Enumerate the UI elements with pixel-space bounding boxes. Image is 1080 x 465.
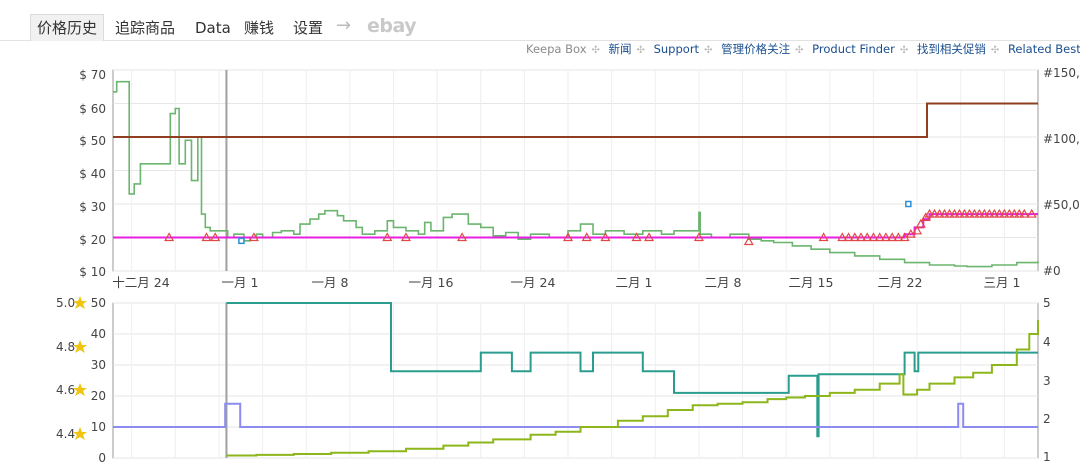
y2-tick-label: 5 bbox=[1043, 296, 1051, 310]
y-tick-label: 10 bbox=[91, 420, 106, 434]
y-tick-label: $ 30 bbox=[79, 200, 106, 214]
star-icon bbox=[73, 427, 87, 440]
rating-tick-label: 5.0 bbox=[56, 296, 75, 310]
y-tick-label: $ 40 bbox=[79, 167, 106, 181]
x-tick-label: 三月 1 bbox=[984, 275, 1021, 290]
y2-tick-label: #150,0 bbox=[1043, 66, 1080, 80]
y-tick-label: 30 bbox=[91, 358, 106, 372]
price-marker-square bbox=[238, 237, 245, 245]
price-chart[interactable]: $ 70 $ 60 $ 50 $ 40 $ 30 $ 20 $ 10 #150,… bbox=[0, 0, 1080, 295]
x-tick-label: 一月 8 bbox=[312, 275, 349, 290]
star-icon bbox=[73, 296, 87, 309]
y2-tick-label: 1 bbox=[1043, 450, 1051, 464]
y2-tick-label: 2 bbox=[1043, 412, 1051, 426]
y-tick-label: 50 bbox=[91, 296, 106, 310]
y2-tick-label: #100,0 bbox=[1043, 132, 1080, 146]
rating-tick-label: 4.8 bbox=[56, 340, 75, 354]
x-tick-label: 二月 1 bbox=[616, 275, 653, 290]
y-tick-label: $ 20 bbox=[79, 233, 106, 247]
rating-rank-chart[interactable]: 50 40 30 20 10 0 5.0 4.8 4.6 4.4 5 4 3 2… bbox=[0, 295, 1080, 465]
y2-tick-label: #0 bbox=[1043, 264, 1061, 278]
x-tick-label: 一月 16 bbox=[409, 275, 454, 290]
y2-tick-label: 3 bbox=[1043, 374, 1051, 388]
x-tick-label: 十二月 24 bbox=[112, 275, 169, 290]
y-tick-label: 20 bbox=[91, 389, 106, 403]
x-tick-label: 二月 8 bbox=[705, 275, 742, 290]
y-tick-label: $ 10 bbox=[79, 265, 106, 279]
x-tick-label: 一月 24 bbox=[511, 275, 556, 290]
rating-tick-label: 4.6 bbox=[56, 383, 75, 397]
rating-tick-label: 4.4 bbox=[56, 427, 75, 441]
y2-tick-label: #50,00 bbox=[1043, 198, 1080, 212]
y-tick-label: 0 bbox=[98, 451, 106, 465]
price-marker-square bbox=[905, 200, 912, 208]
y-tick-label: $ 70 bbox=[79, 68, 106, 82]
y-tick-label: $ 60 bbox=[79, 102, 106, 116]
x-tick-label: 二月 15 bbox=[789, 275, 834, 290]
star-icon bbox=[73, 383, 87, 396]
star-icon bbox=[73, 340, 87, 353]
y-tick-label: 40 bbox=[91, 327, 106, 341]
x-tick-label: 一月 1 bbox=[222, 275, 259, 290]
y2-tick-label: 4 bbox=[1043, 335, 1051, 349]
x-tick-label: 二月 22 bbox=[878, 275, 923, 290]
y-tick-label: $ 50 bbox=[79, 134, 106, 148]
